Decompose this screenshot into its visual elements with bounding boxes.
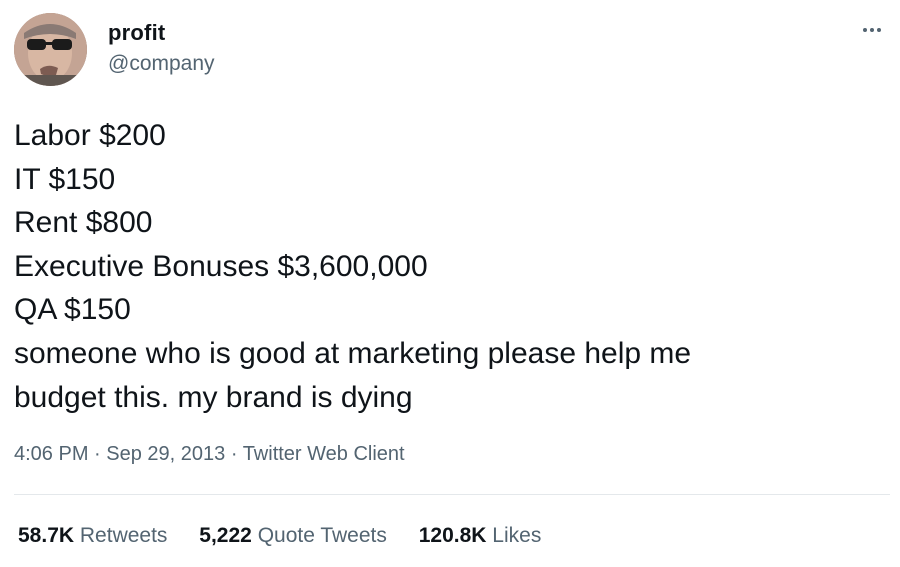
display-name[interactable]: profit xyxy=(108,20,165,46)
tweet-text: Labor $200 IT $150 Rent $800 Executive B… xyxy=(14,114,884,419)
likes-label: Likes xyxy=(492,524,542,547)
meta-separator: · xyxy=(88,443,107,465)
quote-tweets-count: 5,222 xyxy=(199,524,252,547)
tweet-line: QA $150 xyxy=(14,293,131,327)
more-dot xyxy=(863,28,867,32)
more-dot xyxy=(870,28,874,32)
tweet-line: someone who is good at marketing please … xyxy=(14,336,692,370)
quote-tweets-label: Quote Tweets xyxy=(257,524,387,547)
retweets-stat[interactable]: 58.7K Retweets xyxy=(18,524,167,548)
tweet-line: IT $150 xyxy=(14,162,116,196)
tweet-line: Rent $800 xyxy=(14,206,153,240)
tweet-line: budget this. my brand is dying xyxy=(14,380,413,414)
more-options-icon[interactable] xyxy=(858,18,886,42)
retweets-count: 58.7K xyxy=(18,524,75,547)
tweet-stats: 58.7K Retweets 5,222 Quote Tweets 120.8K… xyxy=(18,524,567,548)
tweet-meta: 4:06 PM · Sep 29, 2013 · Twitter Web Cli… xyxy=(14,443,405,466)
meta-separator: · xyxy=(225,443,243,465)
more-dot xyxy=(877,28,881,32)
likes-stat[interactable]: 120.8K Likes xyxy=(419,524,542,548)
user-handle[interactable]: @company xyxy=(108,52,215,76)
avatar-image xyxy=(14,13,87,86)
tweet-time[interactable]: 4:06 PM xyxy=(14,443,88,465)
quote-tweets-stat[interactable]: 5,222 Quote Tweets xyxy=(199,524,387,548)
tweet-card: profit @company Labor $200 IT $150 Rent … xyxy=(0,0,900,567)
tweet-line: Labor $200 xyxy=(14,119,166,152)
likes-count: 120.8K xyxy=(418,524,487,547)
avatar[interactable] xyxy=(14,13,87,86)
tweet-date[interactable]: Sep 29, 2013 xyxy=(106,443,225,465)
tweet-line: Executive Bonuses $3,600,000 xyxy=(14,249,428,283)
divider xyxy=(14,494,890,495)
tweet-source[interactable]: Twitter Web Client xyxy=(243,443,405,465)
retweets-label: Retweets xyxy=(79,524,168,547)
